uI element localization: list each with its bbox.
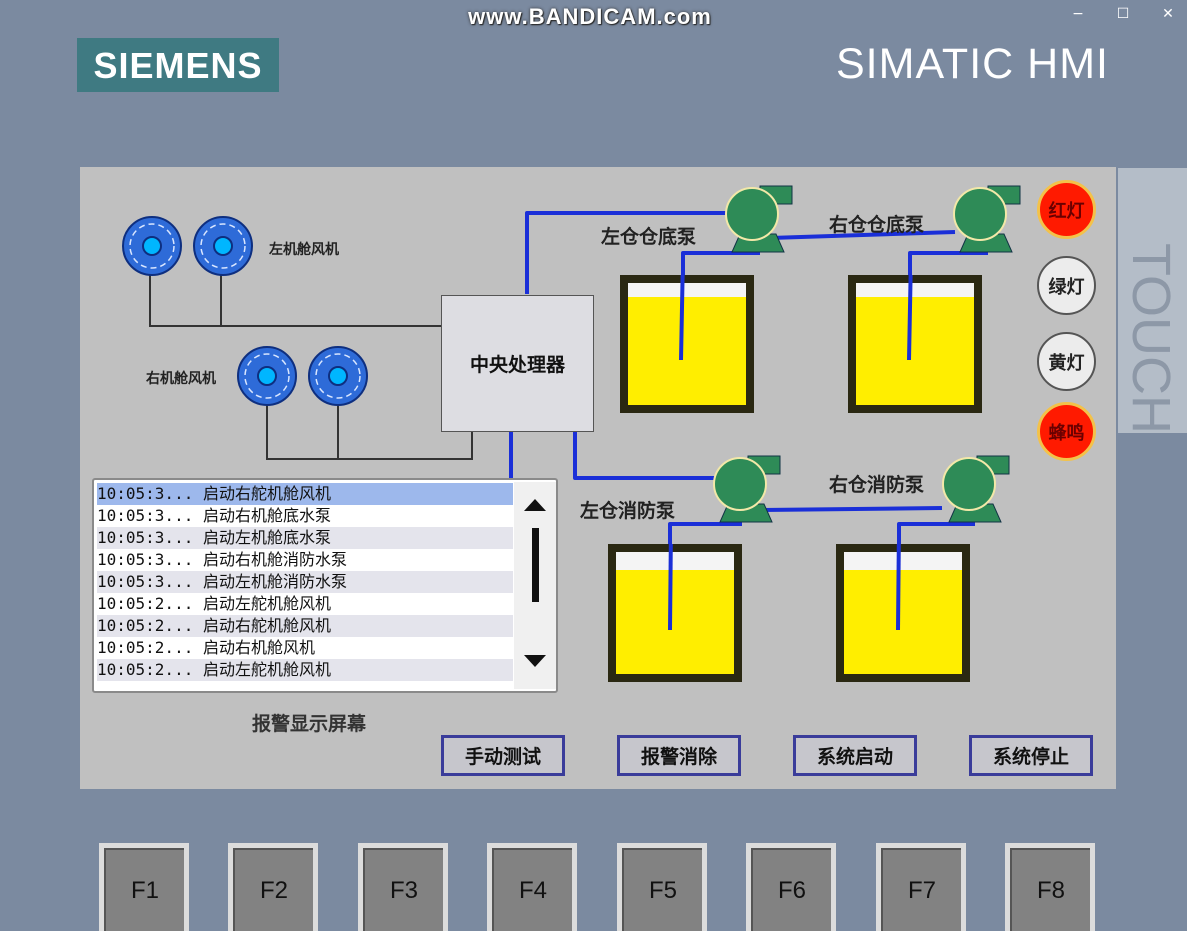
system-stop-label: 系统停止 <box>992 746 1069 768</box>
manual-test-label: 手动测试 <box>464 746 541 768</box>
f3-key-label: F3 <box>363 848 443 931</box>
fan-icon[interactable] <box>236 345 298 407</box>
left-fans-label: 左机舱风机 <box>269 242 339 258</box>
pump-icon[interactable] <box>937 452 1013 526</box>
fan-icon[interactable] <box>307 345 369 407</box>
alarm-row[interactable]: 10:05:2... 启动右机舱风机 <box>97 637 513 659</box>
f7-key-label: F7 <box>881 848 961 931</box>
alarm-caption: 报警显示屏幕 <box>252 713 367 735</box>
left-bilge-tank <box>620 275 754 413</box>
pump-icon[interactable] <box>948 182 1024 256</box>
f1-key-label: F1 <box>104 848 184 931</box>
f2-key-label: F2 <box>233 848 313 931</box>
red-lamp[interactable]: 红灯 <box>1037 180 1096 239</box>
alarm-scrollbar[interactable] <box>514 482 556 689</box>
right-fire-pump-label: 右仓消防泵 <box>829 474 925 496</box>
system-stop-button[interactable]: 系统停止 <box>969 735 1093 776</box>
system-start-label: 系统启动 <box>816 746 893 768</box>
alarm-list[interactable]: 10:05:3... 启动右舵机舱风机 10:05:3... 启动右机舱底水泵 … <box>92 478 558 693</box>
f4-key-label: F4 <box>492 848 572 931</box>
f2-key[interactable]: F2 <box>228 843 318 931</box>
alarm-row[interactable]: 10:05:2... 启动左舵机舱风机 <box>97 659 513 681</box>
fan-icon[interactable] <box>192 215 254 277</box>
green-lamp-label: 绿灯 <box>1048 276 1085 298</box>
f7-key[interactable]: F7 <box>876 843 966 931</box>
alarm-row[interactable]: 10:05:3... 启动右机舱底水泵 <box>97 505 513 527</box>
scroll-up-icon[interactable] <box>523 498 547 512</box>
f4-key[interactable]: F4 <box>487 843 577 931</box>
manual-test-button[interactable]: 手动测试 <box>441 735 565 776</box>
left-bilge-pump-label: 左仓仓底泵 <box>601 226 697 248</box>
cpu-label: 中央处理器 <box>469 354 565 376</box>
buzzer-lamp[interactable]: 蜂鸣 <box>1037 402 1096 461</box>
fan-icon[interactable] <box>121 215 183 277</box>
f3-key[interactable]: F3 <box>358 843 448 931</box>
f1-key[interactable]: F1 <box>99 843 189 931</box>
scroll-down-icon[interactable] <box>523 654 547 668</box>
f5-key[interactable]: F5 <box>617 843 707 931</box>
right-bilge-tank <box>848 275 982 413</box>
yellow-lamp[interactable]: 黄灯 <box>1037 332 1096 391</box>
alarm-row[interactable]: 10:05:3... 启动右舵机舱风机 <box>97 483 513 505</box>
green-lamp[interactable]: 绿灯 <box>1037 256 1096 315</box>
yellow-lamp-label: 黄灯 <box>1048 352 1085 374</box>
alarm-row[interactable]: 10:05:3... 启动左机舱消防水泵 <box>97 571 513 593</box>
f5-key-label: F5 <box>622 848 702 931</box>
alarm-row[interactable]: 10:05:2... 启动右舵机舱风机 <box>97 615 513 637</box>
alarm-clear-label: 报警消除 <box>640 746 717 768</box>
right-fans-label: 右机舱风机 <box>146 371 216 387</box>
f6-key[interactable]: F6 <box>746 843 836 931</box>
buzzer-lamp-label: 蜂鸣 <box>1048 422 1085 444</box>
central-processor: 中央处理器 <box>441 295 594 432</box>
system-start-button[interactable]: 系统启动 <box>793 735 917 776</box>
alarm-row[interactable]: 10:05:3... 启动右机舱消防水泵 <box>97 549 513 571</box>
scroll-thumb[interactable] <box>532 528 539 602</box>
f6-key-label: F6 <box>751 848 831 931</box>
alarm-row[interactable]: 10:05:2... 启动左舵机舱风机 <box>97 593 513 615</box>
pump-icon[interactable] <box>720 182 796 256</box>
left-fire-tank <box>608 544 742 682</box>
f8-key[interactable]: F8 <box>1005 843 1095 931</box>
left-fire-pump-label: 左仓消防泵 <box>580 500 676 522</box>
alarm-row[interactable]: 10:05:3... 启动左机舱底水泵 <box>97 527 513 549</box>
right-bilge-pump-label: 右仓仓底泵 <box>829 214 925 236</box>
right-fire-tank <box>836 544 970 682</box>
alarm-clear-button[interactable]: 报警消除 <box>617 735 741 776</box>
red-lamp-label: 红灯 <box>1048 200 1085 222</box>
pump-icon[interactable] <box>708 452 784 526</box>
f8-key-label: F8 <box>1010 848 1090 931</box>
